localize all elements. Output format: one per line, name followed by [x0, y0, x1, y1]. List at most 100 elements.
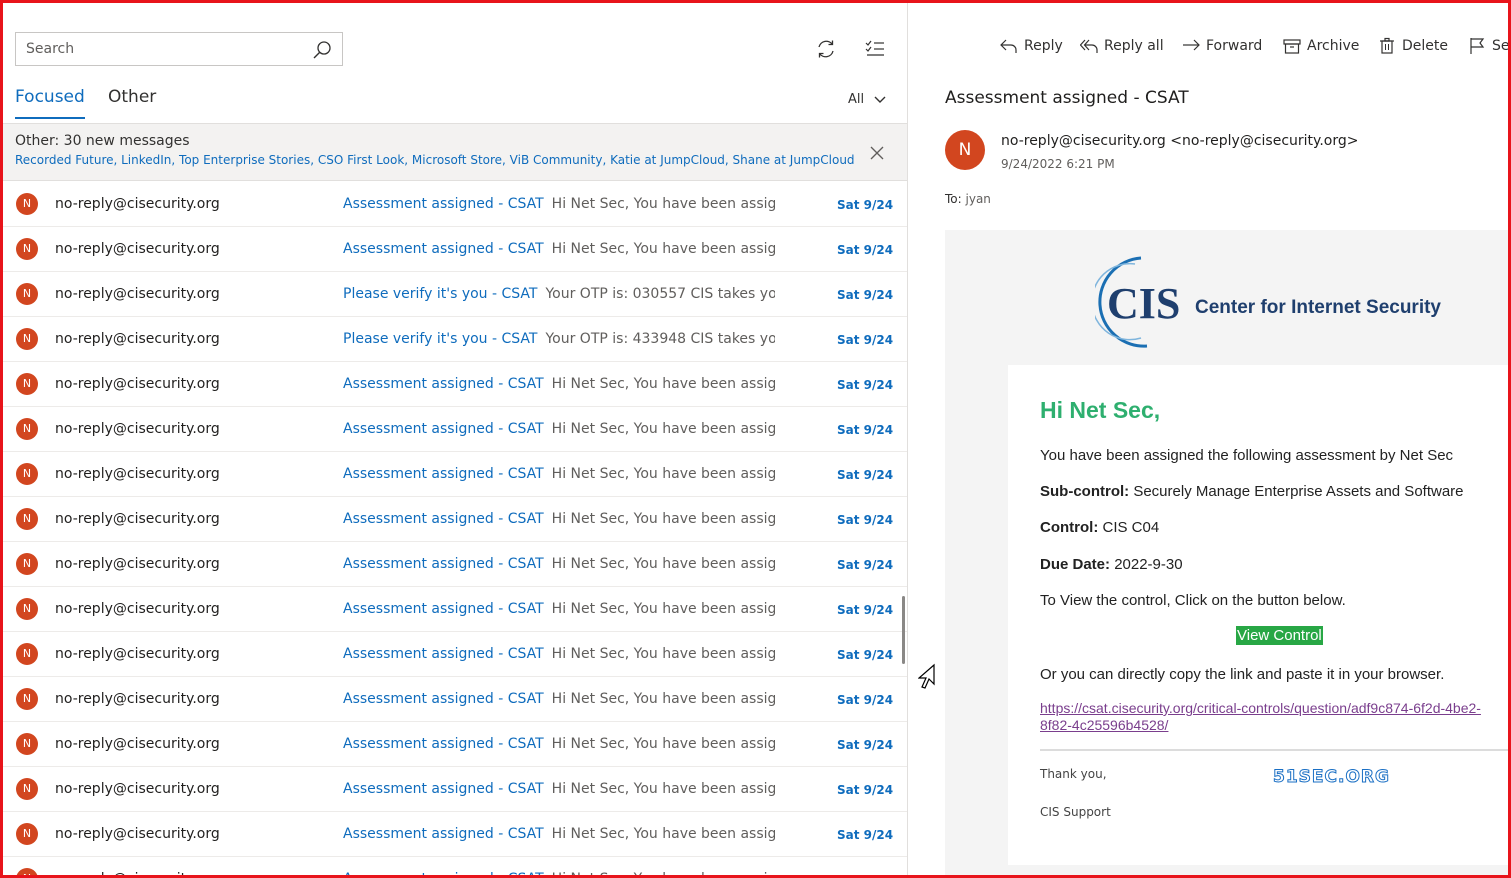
message-sender: no-reply@cisecurity.org	[55, 466, 220, 482]
sender-avatar[interactable]: N	[945, 130, 985, 170]
message-preview: Assessment assigned - CSAT Hi Net Sec, Yo…	[343, 466, 775, 482]
message-row[interactable]: Nno-reply@cisecurity.org Please verify it…	[3, 317, 907, 362]
intro-text: You have been assigned the following ass…	[1040, 447, 1454, 464]
message-row[interactable]: Nno-reply@cisecurity.org Assessment assig…	[3, 452, 907, 497]
forward-label: Forward	[1206, 38, 1263, 54]
message-date: Sat 9/24	[837, 783, 894, 797]
tab-focused[interactable]: Focused	[15, 87, 85, 119]
message-subject: Assessment assigned - CSAT	[343, 736, 544, 752]
message-preview: Assessment assigned - CSAT Hi Net Sec, Yo…	[343, 376, 775, 392]
subcontrol-label: Sub-control:	[1040, 483, 1130, 500]
message-sender: no-reply@cisecurity.org	[55, 286, 220, 302]
message-subject: Assessment assigned - CSAT	[343, 376, 544, 392]
mouse-pointer-icon	[918, 663, 935, 689]
message-row[interactable]: Nno-reply@cisecurity.org Assessment assig…	[3, 362, 907, 407]
to-label: To:	[945, 192, 962, 206]
banner-senders[interactable]: Recorded Future, LinkedIn, Top Enterpris…	[15, 153, 855, 167]
filter-dropdown[interactable]: All	[848, 92, 886, 107]
message-row[interactable]: Nno-reply@cisecurity.org Assessment assig…	[3, 227, 907, 272]
reply-all-label: Reply all	[1104, 38, 1164, 54]
close-icon[interactable]	[869, 145, 885, 161]
search-input[interactable]	[16, 33, 296, 65]
forward-button[interactable]: Forward	[1182, 37, 1262, 55]
greeting: Hi Net Sec,	[1040, 397, 1161, 423]
sender-avatar: N	[16, 598, 38, 620]
message-subject: Assessment assigned - CSAT	[343, 691, 544, 707]
message-snippet: Hi Net Sec, You have been assigned	[552, 871, 775, 875]
message-date: Sat 9/24	[837, 243, 894, 257]
message-row[interactable]: Nno-reply@cisecurity.org Assessment assig…	[3, 677, 907, 722]
message-snippet: Hi Net Sec, You have been assigned	[551, 826, 775, 842]
message-snippet: Hi Net Sec, You have been assigned	[551, 646, 775, 662]
message-subject: Assessment assigned - CSAT	[343, 601, 544, 617]
subcontrol-value: Securely Manage Enterprise Assets and So…	[1133, 483, 1464, 500]
message-preview: Assessment assigned - CSAT Hi Net Sec, Yo…	[343, 241, 775, 257]
select-mode-icon[interactable]	[864, 38, 886, 60]
due-date-line: Due Date: 2022-9-30	[1040, 556, 1183, 573]
message-date: Sat 9/24	[837, 648, 894, 662]
scrollbar-thumb[interactable]	[902, 596, 905, 664]
control-link[interactable]: https://csat.cisecurity.org/critical-con…	[1040, 700, 1508, 734]
message-date: Sat 9/24	[837, 828, 894, 842]
recipient-name[interactable]: jyan	[966, 192, 991, 206]
search-box[interactable]	[15, 32, 343, 66]
filter-label: All	[848, 92, 865, 107]
reply-all-button[interactable]: Reply all	[1080, 37, 1164, 55]
other-inbox-banner[interactable]: Other: 30 new messages Recorded Future, …	[3, 123, 907, 181]
archive-button[interactable]: Archive	[1283, 37, 1359, 55]
delete-icon	[1380, 37, 1394, 54]
sender-avatar: N	[16, 328, 38, 350]
message-date: 9/24/2022 6:21 PM	[1001, 157, 1115, 171]
message-list-pane: Focused Other All Other: 30 new messages…	[3, 3, 907, 875]
sender-avatar: N	[16, 868, 38, 875]
tab-other[interactable]: Other	[108, 87, 156, 107]
message-row[interactable]: Nno-reply@cisecurity.org Assessment assig…	[3, 722, 907, 767]
sync-icon[interactable]	[815, 38, 837, 60]
message-row[interactable]: Nno-reply@cisecurity.org Assessment assig…	[3, 812, 907, 857]
message-preview: Assessment assigned - CSAT Hi Net Sec, Yo…	[343, 601, 775, 617]
banner-title: Other: 30 new messages	[15, 133, 190, 149]
email-card: Hi Net Sec, You have been assigned the f…	[1008, 365, 1508, 865]
logo-letters: CIS	[1107, 279, 1180, 328]
message-sender: no-reply@cisecurity.org	[55, 331, 220, 347]
message-subject: Assessment assigned - CSAT	[343, 646, 544, 662]
control-line: Control: CIS C04	[1040, 519, 1159, 536]
message-row[interactable]: Nno-reply@cisecurity.org Assessment assig…	[3, 497, 907, 542]
search-icon[interactable]	[312, 40, 332, 60]
message-row[interactable]: Nno-reply@cisecurity.org Assessment assig…	[3, 857, 907, 875]
delete-label: Delete	[1402, 38, 1448, 54]
message-snippet: Your OTP is: 030557 CIS takes your a	[545, 286, 775, 302]
thanks-text: Thank you,	[1040, 767, 1107, 781]
message-preview: Assessment assigned - CSAT Hi Net Sec, Yo…	[343, 691, 775, 707]
message-preview: Assessment assigned - CSAT Hi Net Sec, Yo…	[343, 781, 775, 797]
reply-button[interactable]: Reply	[1000, 37, 1063, 55]
sender-avatar: N	[16, 508, 38, 530]
delete-button[interactable]: Delete	[1378, 37, 1448, 55]
message-snippet: Hi Net Sec, You have been assigned	[551, 691, 775, 707]
set-flag-button[interactable]: Set flag	[1468, 37, 1508, 55]
message-row[interactable]: Nno-reply@cisecurity.org Assessment assig…	[3, 587, 907, 632]
message-date: Sat 9/24	[837, 333, 894, 347]
reply-all-icon	[1080, 39, 1098, 53]
message-row[interactable]: Nno-reply@cisecurity.org Assessment assig…	[3, 542, 907, 587]
message-sender: no-reply@cisecurity.org	[55, 601, 220, 617]
subcontrol-line: Sub-control: Securely Manage Enterprise …	[1040, 483, 1464, 500]
message-subject: Assessment assigned - CSAT	[343, 556, 544, 572]
message-from[interactable]: no-reply@cisecurity.org <no-reply@cisecu…	[1001, 133, 1358, 149]
watermark: 51SEC.ORG	[1273, 767, 1390, 788]
view-control-button[interactable]: View Control	[1236, 626, 1323, 645]
message-row[interactable]: Nno-reply@cisecurity.org Assessment assig…	[3, 767, 907, 812]
due-date-value: 2022-9-30	[1114, 556, 1183, 573]
sender-avatar: N	[16, 463, 38, 485]
set-flag-label: Set flag	[1492, 38, 1508, 54]
message-date: Sat 9/24	[837, 288, 894, 302]
message-subject: Assessment assigned - CSAT	[343, 196, 544, 212]
message-snippet: Your OTP is: 433948 CIS takes your a	[545, 331, 775, 347]
message-snippet: Hi Net Sec, You have been assigned	[551, 376, 775, 392]
message-list: Nno-reply@cisecurity.org Assessment assig…	[3, 182, 907, 875]
message-row[interactable]: Nno-reply@cisecurity.org Please verify it…	[3, 272, 907, 317]
message-sender: no-reply@cisecurity.org	[55, 556, 220, 572]
message-row[interactable]: Nno-reply@cisecurity.org Assessment assig…	[3, 182, 907, 227]
message-row[interactable]: Nno-reply@cisecurity.org Assessment assig…	[3, 407, 907, 452]
message-row[interactable]: Nno-reply@cisecurity.org Assessment assig…	[3, 632, 907, 677]
